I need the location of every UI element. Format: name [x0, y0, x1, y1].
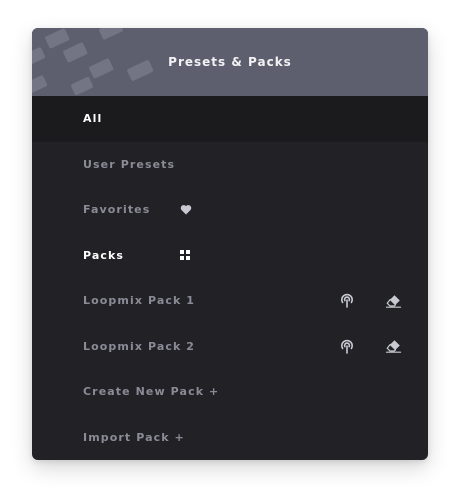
eraser-icon[interactable] [384, 278, 402, 324]
create-new-pack-button[interactable]: Create New Pack + [32, 369, 428, 415]
broadcast-icon[interactable] [338, 324, 356, 370]
grid-icon [177, 233, 193, 279]
list-item-user-presets[interactable]: User Presets [32, 142, 428, 188]
list-item-packs[interactable]: Packs [32, 233, 428, 279]
list-item-loopmix-pack-2[interactable]: Loopmix Pack 2 [32, 324, 428, 370]
panel-header: Presets & Packs [32, 28, 428, 96]
list-item-label: Import Pack + [83, 430, 185, 444]
list-item-label: Packs [83, 248, 125, 262]
list-item-label: All [83, 112, 103, 126]
broadcast-icon[interactable] [338, 278, 356, 324]
panel-title: Presets & Packs [168, 55, 292, 69]
preset-list: All User Presets Favorites Packs Loopmix… [32, 96, 428, 460]
list-item-label: Favorites [83, 203, 151, 217]
import-pack-button[interactable]: Import Pack + [32, 415, 428, 461]
list-item-label: Loopmix Pack 1 [83, 294, 196, 308]
eraser-icon[interactable] [384, 324, 402, 370]
presets-packs-panel: Presets & Packs All User Presets Favorit… [32, 28, 428, 460]
heart-icon [178, 187, 194, 233]
list-item-label: Loopmix Pack 2 [83, 339, 196, 353]
list-item-all[interactable]: All [32, 96, 428, 142]
list-item-label: User Presets [83, 157, 176, 171]
list-item-loopmix-pack-1[interactable]: Loopmix Pack 1 [32, 278, 428, 324]
list-item-favorites[interactable]: Favorites [32, 187, 428, 233]
list-item-label: Create New Pack + [83, 385, 220, 399]
